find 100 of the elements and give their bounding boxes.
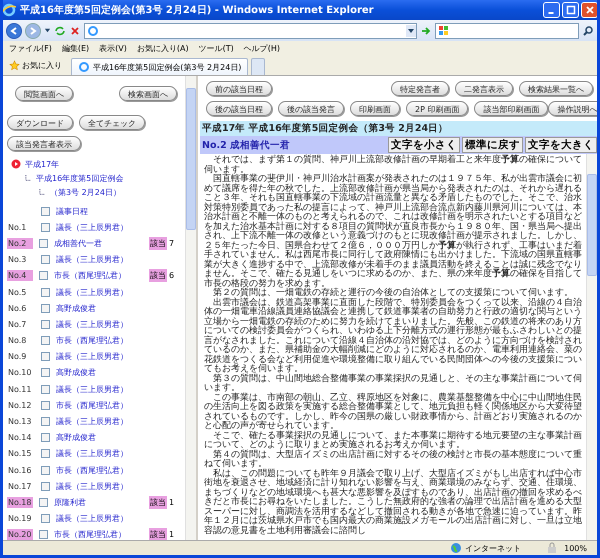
maximize-icon [566,5,576,15]
speaker-link[interactable]: 高野成俊君 [56,367,151,378]
pill-button[interactable]: 印刷画面 [350,101,400,116]
dropdown-caret-icon[interactable] [406,24,416,36]
globe-icon [450,542,462,554]
maximize-button[interactable] [562,2,579,18]
speaker-link[interactable]: 市長（西尾理弘君） [54,270,149,282]
speaker-link[interactable]: 成相善代一君 [54,238,149,249]
checkbox[interactable] [41,288,50,297]
checkbox[interactable] [41,466,50,475]
pill-button[interactable]: 検索結果一覧へ [519,81,593,96]
speaker-link[interactable]: 高野成俊君 [56,432,151,444]
font-size-button[interactable]: 文字を小さく [388,137,460,153]
checkbox[interactable] [41,304,50,313]
speaker-link[interactable]: 市長（西尾理弘君） [56,400,151,411]
font-size-button[interactable]: 文字を大きく [525,137,597,153]
pill-button[interactable]: 2P 印刷画面 [406,101,468,116]
checkbox[interactable] [41,320,50,329]
checkbox[interactable] [41,368,50,378]
speaker-link[interactable]: 原隆利君 [54,496,149,508]
browser-tab[interactable]: 平成16年度第5回定例会(第3号 2月24日) [71,58,248,75]
pill-button[interactable]: 操作説明へ [548,101,597,116]
pill-button[interactable]: 全てチェック [79,115,145,130]
checkbox[interactable] [41,417,50,426]
pill-button[interactable]: 閲覧画面へ [15,86,73,101]
speech-paragraph: 第３の質問は、中山間地総合整備事業の事業採択の見通しと、その主な事業計画について伺います。 [204,374,582,393]
speaker-link[interactable]: 議長（三上辰男君） [56,318,151,330]
speaker-name: No.2 成相善代一君 [202,138,290,152]
checkbox[interactable] [41,206,50,216]
scrollbar[interactable] [586,154,597,540]
checkbox[interactable] [41,482,50,491]
go-arrow-icon[interactable] [420,24,432,36]
checkbox[interactable] [41,400,50,410]
checkbox[interactable] [41,514,50,524]
pill-button[interactable]: ダウンロード [7,115,73,130]
new-tab-button[interactable] [251,58,266,75]
pill-button[interactable]: 該当部印刷画面 [474,101,548,116]
speaker-link[interactable]: 議長（三上辰男君） [56,448,151,460]
favorites-button[interactable]: お気に入り [5,60,68,75]
speaker-link[interactable]: 市長（西尾理弘君） [56,464,151,476]
checkbox[interactable] [41,384,50,394]
speaker-number: No.19 [7,513,32,524]
speaker-link[interactable]: 議長（三上辰男君） [56,351,151,362]
stop-icon[interactable] [69,24,81,36]
pill-button[interactable]: 後の該当日程 [206,101,272,116]
dropdown-caret-icon[interactable] [44,27,51,34]
flag-icon [438,24,450,36]
lock-icon[interactable] [546,542,558,554]
close-button[interactable] [581,2,597,18]
menu-item[interactable]: ツール(T) [198,42,234,54]
menu-item[interactable]: ヘルプ(H) [244,42,280,54]
checkbox[interactable] [41,255,50,264]
checkbox[interactable] [39,530,48,540]
schedule-link[interactable]: 議事日程 [56,206,151,217]
speaker-link[interactable]: 市長（西尾理弘君） [56,335,151,346]
minimize-button[interactable] [543,2,560,18]
checkbox[interactable] [39,238,48,248]
speaker-link[interactable]: 議長（三上辰男君） [56,222,151,233]
address-field[interactable] [84,22,417,38]
speaker-link[interactable]: 高野成俊君 [56,302,151,314]
speaker-link[interactable]: 議長（三上辰男君） [56,384,151,395]
checkbox[interactable] [41,433,50,442]
tree-item[interactable]: （第3号 2月24日） [50,186,121,198]
pill-button[interactable]: 二発言表示 [455,81,513,96]
pill-button[interactable]: 前の該当日程 [206,81,272,96]
speaker-link[interactable]: 市長（西尾理弘君） [54,529,149,540]
speaker-link[interactable]: 議長（三上辰男君） [56,416,151,428]
speaker-number: No.4 [7,270,33,282]
speech-paragraph: 第２の質問は、一畑電鉄の存続と運行の今後の自治体としての支援策について伺います。 [212,289,573,298]
speaker-number: No.15 [7,448,32,460]
speaker-link[interactable]: 議長（三上辰男君） [56,480,151,492]
tree-item[interactable]: 平成16年度第5回定例会 [36,172,124,184]
checkbox[interactable] [39,498,48,507]
menu-item[interactable]: 表示(V) [99,42,127,54]
checkbox[interactable] [41,222,50,232]
zoom-level[interactable]: 100% [564,544,587,552]
search-field[interactable] [435,22,579,38]
pill-button[interactable]: 該当発言者表示 [7,136,81,151]
speaker-link[interactable]: 議長（三上辰男君） [56,513,151,524]
pill-button[interactable]: 後の該当発言 [278,101,344,116]
menu-item[interactable]: 編集(E) [62,42,90,54]
close-icon [584,5,594,15]
speaker-number: No.17 [7,480,32,492]
page-icon [78,61,90,73]
back-button[interactable] [6,22,22,38]
checkbox[interactable] [39,271,48,280]
scrollbar[interactable] [185,76,196,540]
tree-item[interactable]: 平成17年 [25,158,60,170]
speech-paragraph: 国直轄事業の斐伊川・神戸川治水計画案が発表されたのは１９７５年、私が出雲市議会に初めて議席を得た年の秋でした。上流部改修計画が県当局から発表されたのは、それから遅れること３年、それも国直轄事業の下流域の計画流量と異なる矛盾したものでした。そこで、治水対策特別委員であった私の提言によって、神戸川上流部合流点新内藤川県河川については、本治水計画と不離一体のものと考えられるので、これは改修計画を明示されたいとする項目などを加えた治水基本計画に対する８項目の質問状が直良市長から１９８０年、国・県当局へ提出され、上下流不離一体の改修という意義づけのもとに現改修計画が提示されました。しかし、２５年たった今日、国県合わせて２億６，０００万円しか予算が執行されず、工事はいまだ着手されていません。私は西尾市長に同行して政府陳情にも出かけました。下流域の国県直轄事業が大きく進捗する中で、上流部改修が未着手のまま議員活動を終えることは誠に残念でなりません。そこで、確たる見通しをいつに求めるのか、また、県の来年度予算の確保を目指して市長の格段の努力を求めます。 [204,175,582,288]
pill-button[interactable]: 検索画面へ [119,86,177,101]
font-size-button[interactable]: 標準に戻す [462,137,523,153]
checkbox[interactable] [41,336,50,346]
checkbox[interactable] [41,449,50,458]
menu-item[interactable]: お気に入り(A) [136,42,189,54]
speaker-link[interactable]: 議長（三上辰男君） [56,254,151,266]
menu-item[interactable]: ファイル(F) [9,42,52,54]
pill-button[interactable]: 特定発言者 [391,81,449,96]
speaker-link[interactable]: 議長（三上辰男君） [56,286,151,298]
checkbox[interactable] [41,352,50,362]
search-icon[interactable] [582,24,594,36]
